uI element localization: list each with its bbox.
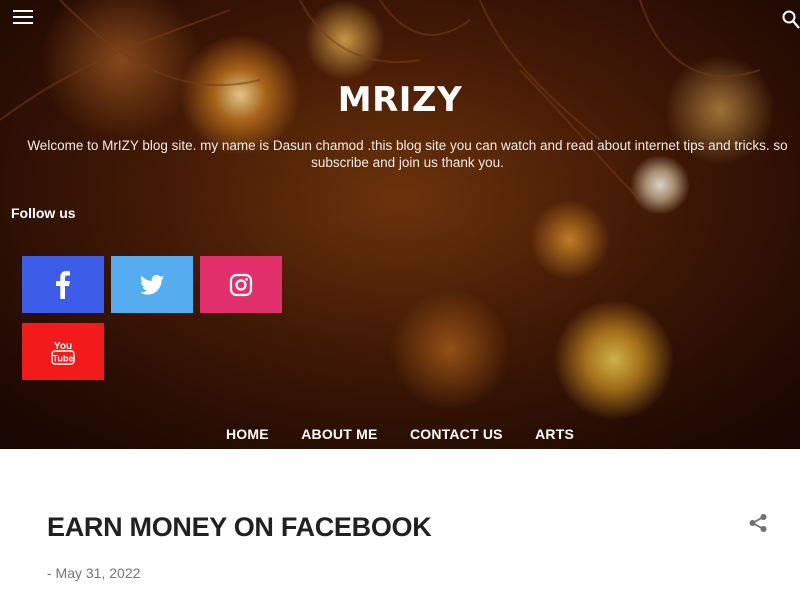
svg-text:Tube: Tube	[53, 353, 74, 363]
site-title[interactable]: MRIZY	[0, 80, 800, 120]
nav-item-home[interactable]: HOME	[226, 426, 269, 442]
main-navigation: HOME ABOUT ME CONTACT US ARTS	[0, 426, 800, 444]
nav-item-arts[interactable]: ARTS	[535, 426, 574, 442]
post-title[interactable]: EARN MONEY ON FACEBOOK	[47, 512, 432, 543]
background-lights-image	[0, 0, 761, 201]
search-icon[interactable]	[782, 10, 800, 30]
facebook-icon	[56, 270, 70, 299]
instagram-icon	[229, 273, 253, 296]
site-description: Welcome to MrIZY blog site. my name is D…	[27, 138, 788, 170]
follow-us-heading: Follow us	[11, 205, 76, 221]
instagram-button[interactable]	[200, 256, 282, 313]
youtube-button[interactable]: You Tube	[22, 323, 104, 380]
twitter-icon	[140, 274, 164, 295]
nav-item-about-me[interactable]: ABOUT ME	[301, 426, 377, 442]
post-date[interactable]: - May 31, 2022	[47, 565, 140, 581]
header-banner: MRIZY Welcome to MrIZY blog site. my nam…	[0, 0, 800, 449]
youtube-icon: You Tube	[51, 341, 75, 365]
nav-item-contact-us[interactable]: CONTACT US	[410, 426, 503, 442]
facebook-button[interactable]	[22, 256, 104, 313]
twitter-button[interactable]	[111, 256, 193, 313]
hamburger-menu-icon[interactable]	[13, 10, 33, 26]
share-icon[interactable]	[748, 513, 768, 533]
